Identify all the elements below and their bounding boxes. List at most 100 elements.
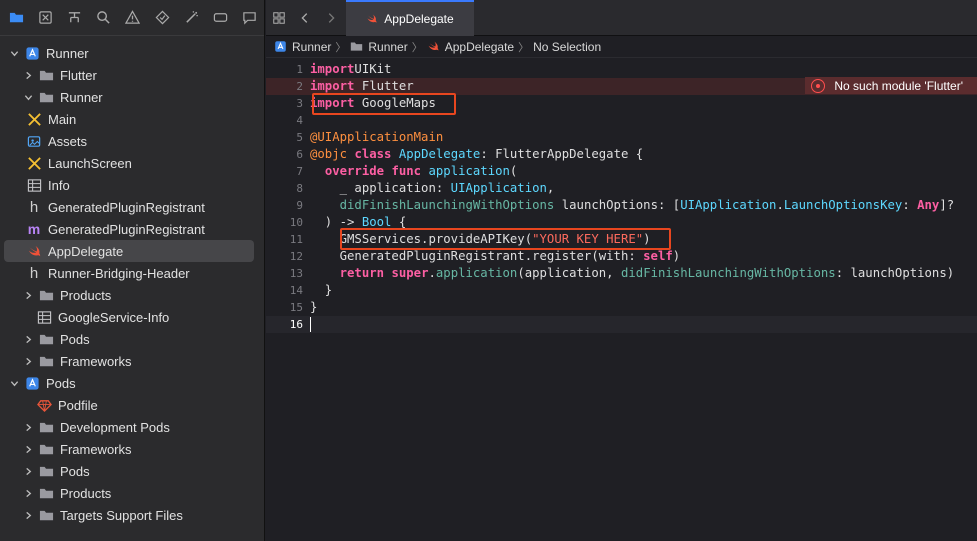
chevron-down-icon[interactable] <box>22 91 34 103</box>
breakpoint-icon[interactable] <box>206 0 235 36</box>
code-line[interactable]: 7 override func application( <box>266 163 977 180</box>
code-text: } <box>310 299 317 316</box>
tree-item-generatedpluginregistrant[interactable]: h GeneratedPluginRegistrant <box>0 196 264 218</box>
chevron-right-icon[interactable] <box>22 443 34 455</box>
report-icon[interactable] <box>235 0 264 36</box>
code-line[interactable]: 14 } <box>266 282 977 299</box>
tree-item-label: Runner <box>46 45 89 61</box>
source-editor: AppDelegate Runner 〉 Runner 〉 AppDelegat… <box>266 0 977 541</box>
chevron-right-icon[interactable] <box>22 289 34 301</box>
tree-item-pods[interactable]: Pods <box>0 460 264 482</box>
chevron-right-icon[interactable] <box>22 487 34 499</box>
code-token: func <box>391 164 422 178</box>
tree-item-pods[interactable]: Pods <box>0 328 264 350</box>
line-number[interactable]: 10 <box>266 214 310 231</box>
tree-item-frameworks[interactable]: Frameworks <box>0 350 264 372</box>
chevron-right-icon[interactable] <box>22 509 34 521</box>
line-number[interactable]: 4 <box>266 112 310 129</box>
error-message: No such module 'Flutter' <box>834 78 963 93</box>
tree-item-label: GeneratedPluginRegistrant <box>48 221 205 237</box>
code-token: launchOptions: [ <box>554 198 681 212</box>
folder-icon[interactable] <box>2 0 31 36</box>
code-token: didFinishLaunchingWithOptions <box>620 266 836 280</box>
breadcrumb-file[interactable]: AppDelegate <box>427 40 514 54</box>
tree-item-runner-bridging-header[interactable]: h Runner-Bridging-Header <box>0 262 264 284</box>
line-number[interactable]: 6 <box>266 146 310 163</box>
tree-item-launchscreen[interactable]: LaunchScreen <box>0 152 264 174</box>
line-number[interactable]: 15 <box>266 299 310 316</box>
chevron-right-icon[interactable] <box>22 69 34 81</box>
tree-item-googleservice-info[interactable]: GoogleService-Info <box>0 306 264 328</box>
tree-item-products[interactable]: Products <box>0 482 264 504</box>
line-number[interactable]: 8 <box>266 180 310 197</box>
tab-appdelegate[interactable]: AppDelegate <box>346 0 474 36</box>
tree-item-appdelegate[interactable]: AppDelegate <box>4 240 254 262</box>
xcode-project-icon <box>24 375 40 391</box>
tree-item-frameworks[interactable]: Frameworks <box>0 438 264 460</box>
breadcrumb-project[interactable]: Runner <box>274 40 331 54</box>
tree-item-runner[interactable]: Runner <box>0 86 264 108</box>
test-icon[interactable] <box>148 0 177 36</box>
line-number[interactable]: 12 <box>266 248 310 265</box>
chevron-right-icon[interactable] <box>22 355 34 367</box>
tree-item-generatedpluginregistrant[interactable]: m GeneratedPluginRegistrant <box>0 218 264 240</box>
code-line[interactable]: 15} <box>266 299 977 316</box>
file-tree: Runner Flutter Runner Main Assets LaunchScree… <box>0 36 264 526</box>
code-token: import <box>310 62 355 76</box>
line-number[interactable]: 14 <box>266 282 310 299</box>
debug-icon[interactable] <box>177 0 206 36</box>
hierarchy-icon[interactable] <box>60 0 89 36</box>
source-control-icon[interactable] <box>31 0 60 36</box>
back-icon[interactable] <box>292 0 318 36</box>
breadcrumb-symbol[interactable]: No Selection <box>533 40 601 54</box>
code-line[interactable]: 12 GeneratedPluginRegistrant.register(wi… <box>266 248 977 265</box>
chevron-right-icon[interactable] <box>22 421 34 433</box>
code-token: , <box>546 181 555 195</box>
line-number[interactable]: 11 <box>266 231 310 248</box>
code-line[interactable]: 6 @objc class AppDelegate: FlutterAppDele… <box>266 146 977 163</box>
code-token: UIKit <box>354 62 392 76</box>
tree-item-podfile[interactable]: Podfile <box>0 394 264 416</box>
warning-icon[interactable] <box>118 0 147 36</box>
code-line[interactable]: 9 didFinishLaunchingWithOptions launchOp… <box>266 197 977 214</box>
code-line[interactable]: 16 <box>266 316 977 333</box>
chevron-down-icon[interactable] <box>8 377 20 389</box>
line-number[interactable]: 7 <box>266 163 310 180</box>
line-number[interactable]: 5 <box>266 129 310 146</box>
xcode-project-icon <box>275 41 286 52</box>
assets-icon <box>26 133 42 149</box>
tree-item-info[interactable]: Info <box>0 174 264 196</box>
plist-icon <box>36 309 52 325</box>
tree-item-targets-support-files[interactable]: Targets Support Files <box>0 504 264 526</box>
tree-item-runner[interactable]: Runner <box>0 42 264 64</box>
navigator-toolbar <box>0 0 264 36</box>
tree-item-main[interactable]: Main <box>0 108 264 130</box>
tree-item-pods[interactable]: Pods <box>0 372 264 394</box>
line-number[interactable]: 9 <box>266 197 310 214</box>
line-number[interactable]: 16 <box>266 316 310 333</box>
grid-icon[interactable] <box>266 0 292 36</box>
tree-item-assets[interactable]: Assets <box>0 130 264 152</box>
line-number[interactable]: 2 <box>266 78 310 95</box>
code-token: LaunchOptionsKey <box>783 198 903 212</box>
chevron-down-icon[interactable] <box>8 47 20 59</box>
folder-icon <box>38 353 54 369</box>
error-annotation[interactable]: No such module 'Flutter' <box>805 77 977 94</box>
search-icon[interactable] <box>89 0 118 36</box>
code-line[interactable]: 13 return super.application(application,… <box>266 265 977 282</box>
tree-item-products[interactable]: Products <box>0 284 264 306</box>
chevron-right-icon[interactable] <box>22 333 34 345</box>
line-number[interactable]: 13 <box>266 265 310 282</box>
tree-item-development-pods[interactable]: Development Pods <box>0 416 264 438</box>
line-number[interactable]: 3 <box>266 95 310 112</box>
forward-icon[interactable] <box>318 0 344 36</box>
highlight-box-apikey <box>340 228 671 250</box>
tree-item-flutter[interactable]: Flutter <box>0 64 264 86</box>
code-line[interactable]: 5 @UIApplicationMain <box>266 129 977 146</box>
breadcrumb-group[interactable]: Runner <box>350 40 408 54</box>
code-token: ]? <box>939 198 955 212</box>
code-line[interactable]: 1 importUIKit <box>266 61 977 78</box>
line-number[interactable]: 1 <box>266 61 310 78</box>
code-line[interactable]: 8 _ application: UIApplication, <box>266 180 977 197</box>
chevron-right-icon[interactable] <box>22 465 34 477</box>
